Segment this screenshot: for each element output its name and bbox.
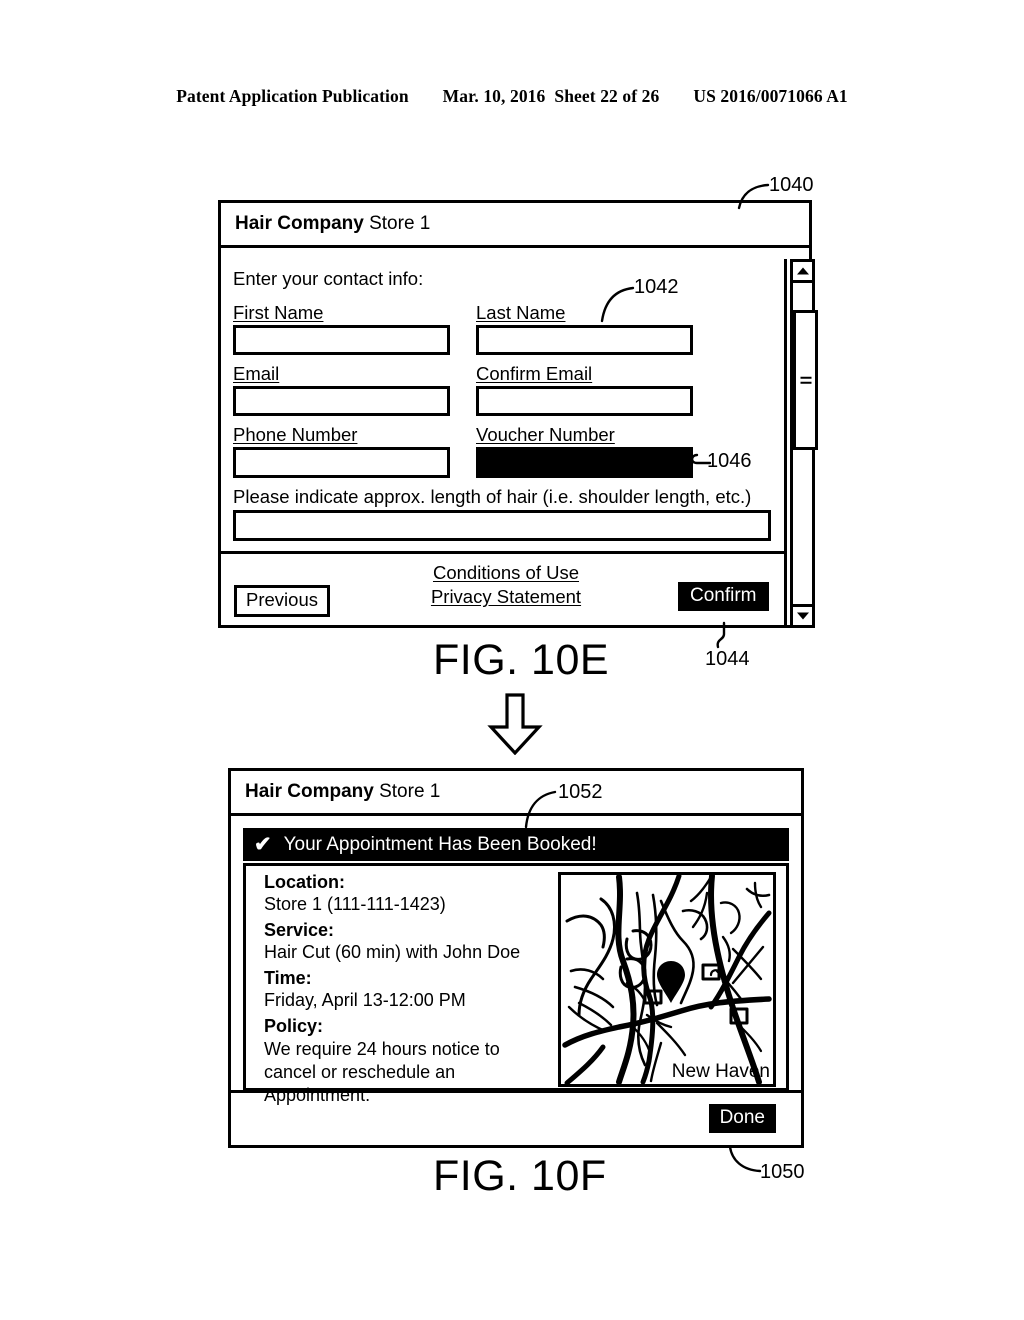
form-intro-text: Enter your contact info: — [233, 268, 424, 289]
confirmation-content: ✔ Your Appointment Has Been Booked! Loca… — [231, 822, 801, 1105]
scroll-up-button[interactable] — [790, 259, 815, 283]
fig10e-footer-bar: Previous Conditions of Use Privacy State… — [221, 554, 787, 628]
fig10f-device-panel: Hair Company Store 1 ✔ Your Appointment … — [228, 768, 804, 1148]
phone-number-label: Phone Number — [233, 424, 358, 445]
publication-label: Patent Application Publication — [176, 86, 409, 106]
voucher-number-input[interactable] — [476, 447, 693, 478]
patent-number: US 2016/0071066 A1 — [693, 86, 848, 106]
booking-confirmation-banner: ✔ Your Appointment Has Been Booked! — [243, 828, 789, 861]
ref-label-1042: 1042 — [634, 276, 679, 298]
map-graphic — [562, 875, 772, 1084]
hair-length-label: Please indicate approx. length of hair (… — [233, 486, 752, 507]
fig10e-body: Enter your contact info: First Name Last… — [221, 259, 787, 628]
checkmark-icon: ✔ — [254, 833, 272, 856]
ref-label-1052: 1052 — [558, 781, 603, 803]
hair-length-input[interactable] — [233, 510, 771, 541]
leader-line-1052 — [524, 790, 557, 829]
scrollbar-track[interactable] — [790, 283, 818, 604]
leader-line-1050 — [728, 1145, 762, 1173]
sheet-number: Sheet 22 of 26 — [554, 86, 660, 106]
legal-links: Conditions of Use Privacy Statement — [426, 561, 586, 608]
field-confirm-email: Confirm Email — [476, 363, 693, 416]
previous-button[interactable]: Previous — [234, 585, 330, 617]
conditions-of-use-link[interactable]: Conditions of Use — [426, 561, 586, 585]
fig10e-store-name: Store 1 — [369, 213, 431, 234]
fig10f-caption: FIG. 10F — [433, 1152, 607, 1200]
triangle-down-icon — [796, 612, 809, 620]
scroll-down-button[interactable] — [790, 604, 815, 628]
booking-confirmation-text: Your Appointment Has Been Booked! — [283, 833, 597, 855]
arrow-down-icon — [487, 693, 543, 755]
fig10f-app-title-bar: Hair Company Store 1 — [231, 771, 801, 816]
field-row-emails: Email Confirm Email — [233, 363, 772, 416]
email-label: Email — [233, 363, 280, 384]
triangle-up-icon — [796, 267, 809, 275]
voucher-number-label: Voucher Number — [476, 424, 615, 445]
field-last-name: Last Name — [476, 302, 693, 355]
location-map[interactable]: New Haven — [558, 872, 776, 1087]
scrollbar-thumb[interactable] — [793, 310, 818, 450]
leader-line-1040 — [737, 183, 770, 210]
field-first-name: First Name — [233, 302, 450, 355]
confirm-email-label: Confirm Email — [476, 363, 593, 384]
last-name-input[interactable] — [476, 325, 693, 355]
fig10f-store-name: Store 1 — [379, 781, 441, 802]
done-button[interactable]: Done — [708, 1104, 776, 1133]
leader-line-1042 — [600, 286, 635, 323]
last-name-label: Last Name — [476, 302, 566, 323]
field-phone-number: Phone Number — [233, 424, 450, 478]
patent-page-header: Patent Application Publication Mar. 10, 2… — [0, 86, 1024, 107]
confirm-button[interactable]: Confirm — [678, 582, 769, 611]
confirm-email-input[interactable] — [476, 386, 693, 416]
phone-number-input[interactable] — [233, 447, 450, 478]
ref-label-1050: 1050 — [760, 1161, 805, 1183]
contact-info-form: Enter your contact info: First Name Last… — [221, 259, 787, 554]
fig10e-app-title-bar: Hair Company Store 1 — [221, 203, 809, 248]
fig10e-caption: FIG. 10E — [433, 636, 610, 684]
field-hair-length: Please indicate approx. length of hair (… — [233, 486, 772, 541]
fig10e-brand-name: Hair Company — [235, 213, 364, 234]
appointment-details-box: Location: Store 1 (111-111-1423) Service… — [243, 863, 789, 1105]
leader-line-1044 — [716, 621, 726, 649]
fig10f-brand-name: Hair Company — [245, 781, 374, 802]
field-voucher-number: Voucher Number — [476, 424, 693, 478]
first-name-label: First Name — [233, 302, 324, 323]
grip-lines-icon — [800, 374, 811, 387]
fig10e-device-panel: Hair Company Store 1 Enter your contact … — [218, 200, 818, 628]
field-email: Email — [233, 363, 450, 416]
vertical-scrollbar[interactable] — [790, 259, 818, 628]
field-grid: First Name Last Name Email Confirm Email — [233, 302, 772, 541]
privacy-statement-link[interactable]: Privacy Statement — [426, 585, 586, 609]
leader-line-1046 — [690, 453, 712, 465]
fig10f-footer-bar: Done — [231, 1090, 801, 1145]
publication-date: Mar. 10, 2016 — [442, 86, 546, 106]
map-city-label: New Haven — [671, 1061, 770, 1082]
first-name-input[interactable] — [233, 325, 450, 355]
field-row-names: First Name Last Name — [233, 302, 772, 355]
email-input[interactable] — [233, 386, 450, 416]
